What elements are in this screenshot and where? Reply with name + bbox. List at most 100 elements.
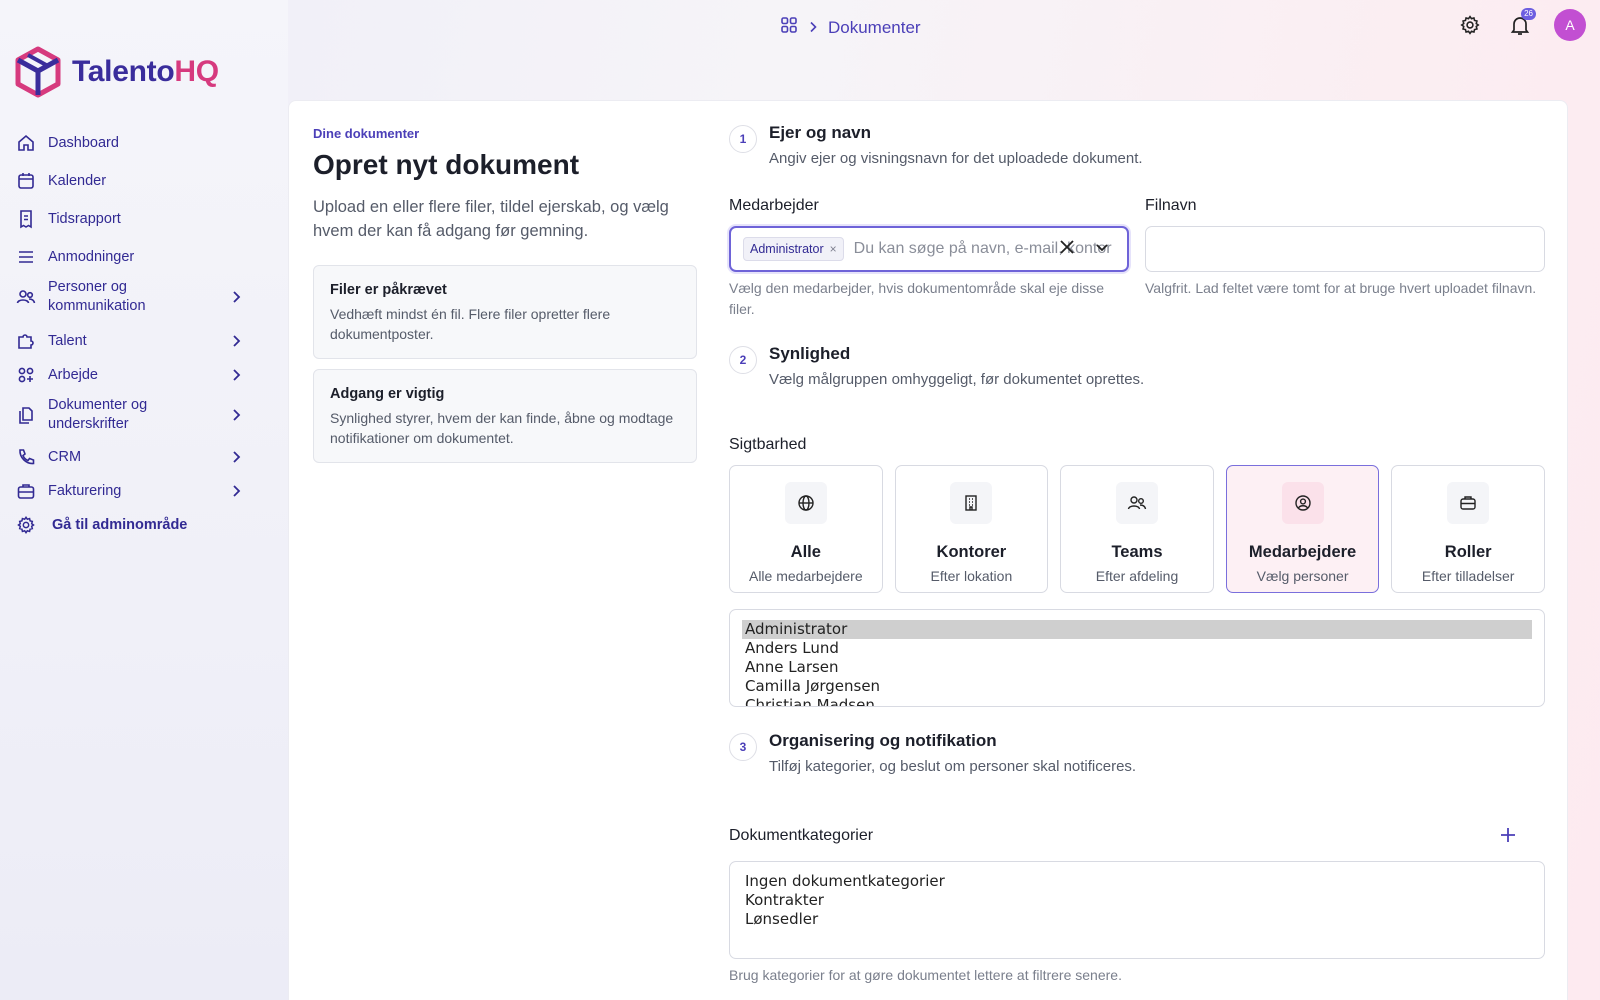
employee-listbox[interactable]: Administrator Anders Lund Anne Larsen Ca… (729, 609, 1545, 707)
list-item[interactable]: Anne Larsen (742, 658, 1532, 677)
settings-gear-icon[interactable] (1454, 9, 1486, 41)
visibility-label: Sigtbarhed (729, 436, 807, 453)
step-number: 1 (729, 125, 757, 153)
sidebar-item-dashboard[interactable]: Dashboard (14, 131, 246, 155)
employee-field-label: Medarbejder (729, 197, 819, 214)
notifications-button[interactable]: 26 (1504, 8, 1536, 41)
calendar-icon (14, 169, 38, 193)
main-card: Dine dokumenter Opret nyt dokument Uploa… (288, 100, 1568, 1000)
list-item[interactable]: Christian Madsen (742, 696, 1532, 706)
sidebar-item-dokumenter[interactable]: Dokumenter og underskrifter (14, 395, 246, 435)
selected-employee-chip: Administrator × (743, 237, 844, 261)
employee-select[interactable]: Administrator × Du kan søge på navn, e-m… (729, 226, 1129, 272)
add-category-button[interactable] (1499, 826, 1517, 849)
categories-help-text: Brug kategorier for at gøre dokumentet l… (729, 967, 1122, 983)
list-item[interactable]: Kontrakter (742, 891, 1532, 910)
chevron-down-icon[interactable] (1095, 241, 1109, 259)
visibility-option-alle[interactable]: Alle Alle medarbejdere (729, 465, 883, 593)
chevron-right-icon (226, 450, 246, 464)
page-title: Opret nyt dokument (313, 149, 580, 180)
briefcase-icon (14, 479, 38, 503)
gear-icon (14, 513, 38, 537)
info-box-title: Adgang er vigtig (330, 386, 445, 402)
sidebar-item-personer[interactable]: Personer og kommunikation (14, 277, 246, 317)
puzzle-icon (14, 329, 38, 353)
info-box-title: Filer er påkrævet (330, 282, 447, 298)
list-icon (14, 245, 38, 269)
team-icon (1115, 482, 1158, 524)
home-icon (14, 131, 38, 155)
breadcrumb: Dokumenter (780, 16, 921, 39)
sidebar-item-fakturering[interactable]: Fakturering (14, 479, 246, 503)
list-item[interactable]: Anders Lund (742, 639, 1532, 658)
chevron-right-icon (226, 334, 246, 348)
chevron-right-icon (226, 290, 246, 304)
chevron-right-icon (808, 20, 818, 36)
employee-help-text: Vælg den medarbejder, hvis dokumentområd… (729, 280, 1105, 317)
employee-search-input[interactable]: Du kan søge på navn, e-mail, kontor (854, 240, 1117, 258)
notification-badge: 26 (1521, 8, 1536, 20)
step-description: Angiv ejer og visningsnavn for det uploa… (769, 150, 1143, 167)
step-title: Synlighed (769, 344, 851, 363)
list-item[interactable]: Camilla Jørgensen (742, 677, 1532, 696)
step-3-header: 3 Organisering og notifikation Tilføj ka… (729, 731, 1545, 775)
user-circle-icon (1281, 482, 1324, 524)
receipt-icon (14, 207, 38, 231)
visibility-option-medarbejdere[interactable]: Medarbejdere Vælg personer (1225, 465, 1380, 593)
step-description: Tilføj kategorier, og beslut om personer… (769, 758, 1137, 775)
info-box-files: Filer er påkrævet Vedhæft mindst én fil.… (313, 265, 697, 359)
list-item[interactable]: Lønsedler (742, 910, 1532, 929)
form-column: 1 Ejer og navn Angiv ejer og visningsnav… (729, 123, 1545, 986)
chevron-right-icon (226, 484, 246, 498)
step-number: 3 (729, 733, 757, 761)
sidebar-item-tidsrapport[interactable]: Tidsrapport (14, 207, 246, 231)
step-description: Vælg målgruppen omhyggeligt, før dokumen… (769, 371, 1145, 388)
brand-logo[interactable]: TalentoHQ (14, 46, 219, 98)
sidebar-item-crm[interactable]: CRM (14, 445, 246, 469)
sidebar-nav: Dashboard Kalender Tidsrapport Anmodning… (14, 126, 246, 537)
visibility-option-roller[interactable]: Roller Efter tilladelser (1391, 465, 1545, 593)
step-title: Organisering og notifikation (769, 731, 997, 750)
step-title: Ejer og navn (769, 123, 872, 142)
eyebrow: Dine dokumenter (313, 126, 420, 141)
avatar[interactable]: A (1554, 9, 1586, 41)
top-bar: Dokumenter 26 A (0, 0, 1600, 52)
visibility-options: Alle Alle medarbejdere Kontorer Efter lo… (729, 465, 1545, 593)
categories-label: Dokumentkategorier (729, 827, 874, 844)
sidebar-item-admin[interactable]: Gå til adminområde (14, 513, 246, 537)
briefcase-icon (1447, 482, 1490, 524)
sidebar-item-anmodninger[interactable]: Anmodninger (14, 245, 246, 269)
categories-listbox[interactable]: Ingen dokumentkategorier Kontrakter Løns… (729, 861, 1545, 959)
brand-name: TalentoHQ (72, 55, 219, 88)
info-box-text: Vedhæft mindst én fil. Flere filer opret… (330, 306, 611, 342)
visibility-option-teams[interactable]: Teams Efter afdeling (1060, 465, 1214, 593)
visibility-option-kontorer[interactable]: Kontorer Efter lokation (894, 465, 1049, 593)
phone-icon (14, 445, 38, 469)
breadcrumb-current[interactable]: Dokumenter (828, 18, 921, 38)
categories-header: Dokumentkategorier (729, 827, 1545, 851)
step-1-header: 1 Ejer og navn Angiv ejer og visningsnav… (729, 123, 1545, 167)
clear-icon[interactable] (1059, 239, 1075, 260)
filename-field-label: Filnavn (1145, 197, 1197, 214)
users-icon (14, 285, 38, 309)
documents-icon (14, 403, 38, 427)
info-box-access: Adgang er vigtig Synlighed styrer, hvem … (313, 369, 697, 463)
apps-icon (14, 363, 38, 387)
chevron-right-icon (226, 408, 246, 422)
chevron-right-icon (226, 368, 246, 382)
info-box-text: Synlighed styrer, hvem der kan finde, åb… (330, 410, 674, 446)
list-item[interactable]: Administrator (742, 620, 1532, 639)
intro-column: Dine dokumenter Opret nyt dokument Uploa… (313, 126, 697, 463)
page-description: Upload en eller flere filer, tildel ejer… (313, 198, 669, 240)
sidebar-item-arbejde[interactable]: Arbejde (14, 363, 246, 387)
apps-icon[interactable] (780, 16, 798, 39)
filename-help-text: Valgfrit. Lad feltet være tomt for at br… (1145, 280, 1537, 296)
list-item[interactable]: Ingen dokumentkategorier (742, 872, 1532, 891)
step-2-header: 2 Synlighed Vælg målgruppen omhyggeligt,… (729, 344, 1545, 388)
filename-input[interactable] (1145, 226, 1545, 272)
step-number: 2 (729, 346, 757, 374)
sidebar-item-talent[interactable]: Talent (14, 329, 246, 353)
sidebar-item-kalender[interactable]: Kalender (14, 169, 246, 193)
globe-icon (784, 482, 827, 524)
remove-chip-icon[interactable]: × (830, 242, 837, 256)
